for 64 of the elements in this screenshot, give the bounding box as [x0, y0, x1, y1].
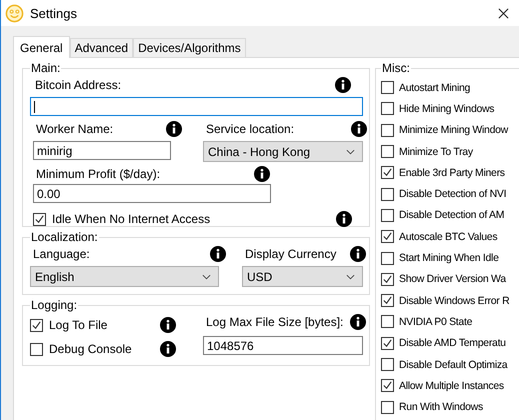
checkbox[interactable]: Minimize Mining Window	[381, 120, 519, 141]
window-title: Settings	[30, 6, 78, 20]
input-field[interactable]: 1048576	[203, 336, 363, 355]
group-title: Localization:	[30, 230, 99, 244]
info-icon[interactable]	[254, 166, 270, 182]
chevron-down-icon	[202, 274, 211, 280]
checkbox[interactable]: Start Mining When Idle	[381, 247, 519, 269]
info-icon[interactable]	[335, 77, 351, 93]
checkbox[interactable]: Run With Windows	[381, 396, 519, 418]
close-icon[interactable]	[498, 8, 509, 18]
checkmark-icon	[382, 338, 393, 349]
info-icon[interactable]	[350, 246, 366, 262]
chevron-down-icon	[346, 274, 355, 280]
checkbox[interactable]: Disable Detection of NVI	[381, 183, 519, 205]
checkbox[interactable]: Enable 3rd Party Miners	[381, 162, 519, 184]
info-icon[interactable]	[166, 121, 182, 137]
input-field[interactable]: 0.00	[33, 184, 271, 203]
checkbox[interactable]: Show Driver Version Wa	[381, 268, 519, 290]
checkbox[interactable]: Disable Detection of AM	[381, 204, 519, 226]
checkmark-icon	[34, 214, 45, 224]
checkmark-icon	[382, 231, 393, 242]
checkbox[interactable]: Debug Console	[30, 342, 132, 356]
info-icon[interactable]	[160, 317, 176, 333]
group-title: Main:	[30, 61, 62, 75]
checkbox[interactable]: NVIDIA P0 State	[381, 311, 519, 333]
group-title: Logging:	[30, 298, 78, 312]
field-label: Worker Name:	[36, 122, 114, 136]
info-icon[interactable]	[350, 314, 366, 330]
input-field[interactable]	[30, 97, 363, 116]
tab[interactable]: General	[13, 36, 70, 58]
info-icon[interactable]	[210, 246, 226, 262]
checkmark-icon	[382, 380, 393, 392]
checkbox[interactable]: Minimize To Tray	[381, 140, 519, 162]
checkbox[interactable]: Autoscale BTC Values	[381, 226, 519, 248]
info-icon[interactable]	[351, 121, 367, 137]
checkbox[interactable]: Idle When No Internet Access	[33, 212, 210, 226]
field-label: Display Currency	[245, 247, 336, 261]
checkmark-icon	[382, 295, 393, 306]
field-label: Minimum Profit ($/day):	[36, 167, 160, 181]
checkbox[interactable]: Log To File	[30, 318, 108, 332]
checkmark-icon	[31, 320, 42, 330]
checkbox[interactable]: Allow Multiple Instances	[381, 375, 519, 396]
checkbox[interactable]: Hide Mining Windows	[381, 98, 519, 120]
checkbox[interactable]: Disable Default Optimiza	[381, 354, 519, 376]
checkbox[interactable]: Autostart Mining	[381, 77, 519, 98]
group-title: Misc:	[381, 62, 411, 75]
info-icon[interactable]	[160, 341, 176, 357]
field-label: Service location:	[206, 122, 294, 136]
checkmark-icon	[382, 167, 393, 178]
chevron-down-icon	[346, 148, 355, 154]
checkbox[interactable]: Disable AMD Temperatu	[381, 332, 519, 354]
smiley-icon	[5, 4, 24, 22]
dropdown[interactable]: China - Hong Kong	[203, 141, 363, 162]
dropdown[interactable]: USD	[242, 266, 363, 287]
tab[interactable]: Advanced	[70, 38, 134, 57]
dropdown[interactable]: English	[30, 266, 219, 287]
tab[interactable]: Devices/Algorithms	[133, 38, 246, 57]
checkbox[interactable]: Disable Windows Error R	[381, 290, 519, 312]
field-label: Bitcoin Address:	[35, 78, 122, 92]
field-label: Log Max File Size [bytes]:	[206, 315, 344, 329]
field-label: Language:	[33, 247, 90, 261]
info-icon[interactable]	[336, 211, 352, 227]
checkmark-icon	[382, 274, 393, 285]
input-field[interactable]: minirig	[33, 141, 171, 160]
